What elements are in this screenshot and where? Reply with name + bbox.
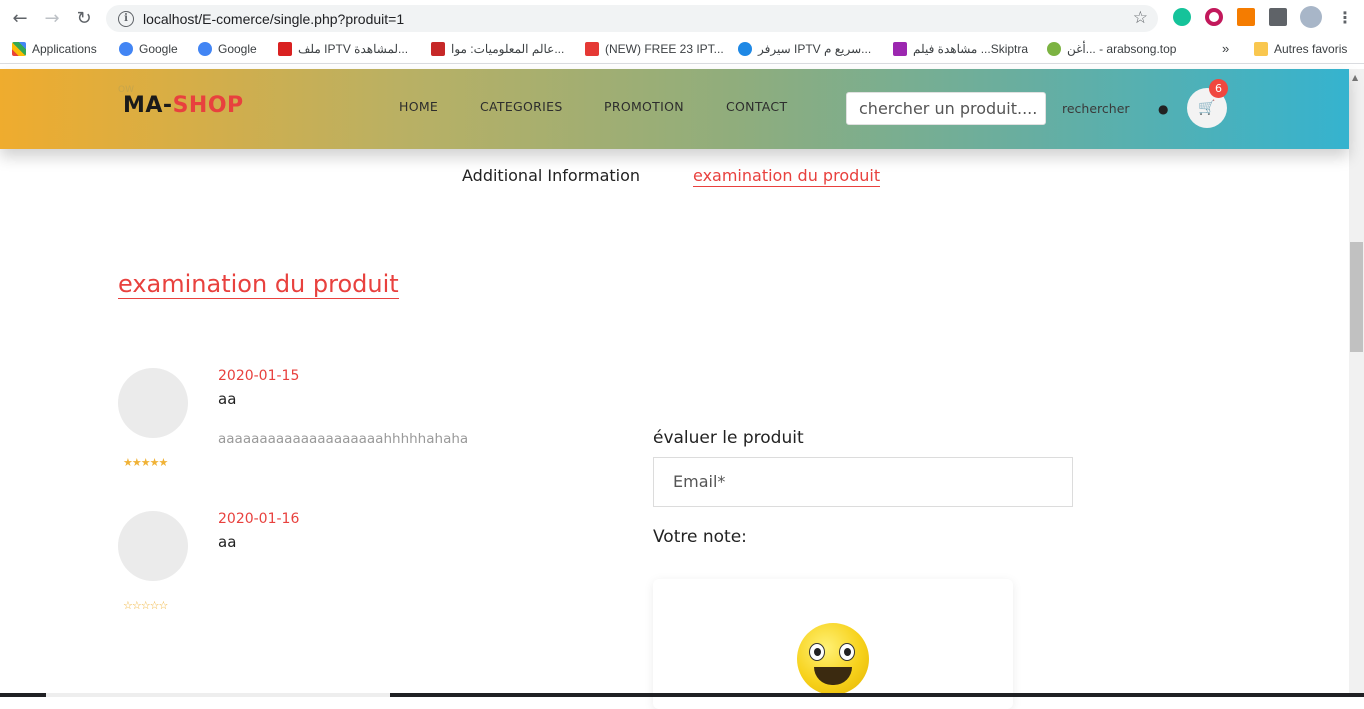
- bookmark-label: (NEW) FREE 23 IPT...: [605, 42, 724, 56]
- emoji-eye: [839, 643, 855, 661]
- download-extension-icon[interactable]: [1205, 8, 1223, 26]
- bookmark-label: Applications: [32, 42, 97, 56]
- site-favicon-icon: [1047, 42, 1061, 56]
- browser-toolbar: ← → ↻ i localhost/E-comerce/single.php?p…: [0, 0, 1364, 36]
- review-date: 2020-01-15: [218, 368, 300, 384]
- user-icon[interactable]: ●: [1158, 102, 1168, 116]
- nav-categories[interactable]: CATEGORIES: [480, 99, 563, 114]
- emoji-rating-card[interactable]: [653, 579, 1013, 709]
- search-button[interactable]: rechercher: [1062, 101, 1130, 116]
- bookmark-label: أغن... - arabsong.top: [1067, 42, 1177, 56]
- forward-icon[interactable]: →: [37, 3, 67, 33]
- rating-stars: ★★★★★: [123, 456, 168, 469]
- cart-icon: 🛒: [1198, 100, 1216, 116]
- site-favicon-icon: [738, 42, 752, 56]
- site-logo[interactable]: MA-SHOP: [123, 93, 244, 118]
- bookmark-free-iptv[interactable]: (NEW) FREE 23 IPT...: [585, 42, 724, 56]
- review-text: aaaaaaaaaaaaaaaaaaaahhhhhahaha: [218, 431, 469, 447]
- tab-examination[interactable]: examination du produit: [693, 166, 881, 187]
- review-date: 2020-01-16: [218, 511, 300, 527]
- bookmark-iptv-server[interactable]: سيرفر IPTV سريع م...: [738, 42, 871, 56]
- scrollbar-thumb[interactable]: [1350, 242, 1363, 352]
- reload-icon[interactable]: ↻: [69, 3, 99, 33]
- logo-ma: MA-: [123, 93, 173, 118]
- rate-product-title: évaluer le produit: [653, 428, 804, 448]
- reviewer-avatar: [118, 368, 188, 438]
- bookmark-label: سيرفر IPTV سريع م...: [758, 42, 872, 56]
- reviewer-name: aa: [218, 390, 237, 408]
- bookmark-star-icon[interactable]: ☆: [1133, 8, 1148, 28]
- bookmarks-bar: Applications Google Google ملف IPTV لمشا…: [0, 36, 1364, 64]
- bookmark-label: Google: [218, 42, 257, 56]
- reviewer-name: aa: [218, 533, 237, 551]
- more-bookmarks-icon[interactable]: »: [1222, 41, 1229, 56]
- grammarly-extension-icon[interactable]: [1173, 8, 1191, 26]
- tab-additional-information[interactable]: Additional Information: [462, 166, 640, 185]
- google-icon: [198, 42, 212, 56]
- menu-kebab-icon[interactable]: ⋮: [1337, 8, 1353, 27]
- site-favicon-icon: [893, 42, 907, 56]
- address-bar[interactable]: i localhost/E-comerce/single.php?produit…: [106, 5, 1158, 32]
- bookmark-iptv-file[interactable]: ملف IPTV لمشاهدة...: [278, 42, 408, 56]
- reviewer-avatar: [118, 511, 188, 581]
- puzzle-extensions-icon[interactable]: [1269, 8, 1287, 26]
- smiley-face-icon[interactable]: [797, 623, 869, 695]
- nav-promotion[interactable]: PROMOTION: [604, 99, 684, 114]
- cart-count-badge: 6: [1209, 79, 1228, 98]
- window-bottom-edge: [0, 693, 1364, 697]
- bookmark-arabsong[interactable]: أغن... - arabsong.top: [1047, 42, 1176, 56]
- rating-stars: ☆☆☆☆☆: [123, 599, 168, 612]
- back-icon[interactable]: ←: [5, 3, 35, 33]
- search-input[interactable]: chercher un produit....: [846, 92, 1046, 125]
- site-header: OW MA-SHOP HOME CATEGORIES PROMOTION CON…: [0, 69, 1349, 149]
- section-title: examination du produit: [118, 270, 399, 299]
- scroll-up-icon[interactable]: ▲: [1352, 73, 1358, 82]
- folder-icon: [1254, 42, 1268, 56]
- url-text[interactable]: localhost/E-comerce/single.php?produit=1: [143, 11, 404, 27]
- rating-label: Votre note:: [653, 527, 747, 547]
- bookmark-label: عالم المعلوميات: موا...: [451, 42, 565, 56]
- bookmark-label: ملف IPTV لمشاهدة...: [298, 42, 409, 56]
- nav-contact[interactable]: CONTACT: [726, 99, 787, 114]
- site-favicon-icon: [278, 42, 292, 56]
- bookmark-informatics[interactable]: عالم المعلوميات: موا...: [431, 42, 564, 56]
- nav-home[interactable]: HOME: [399, 99, 438, 114]
- info-icon[interactable]: i: [118, 10, 134, 27]
- apps-grid-icon: [12, 42, 26, 56]
- profile-avatar[interactable]: [1300, 6, 1322, 28]
- bookmark-label: مشاهدة فيلم ...Skiptra: [913, 42, 1029, 56]
- bookmark-skiptra[interactable]: مشاهدة فيلم ...Skiptra: [893, 42, 1028, 56]
- bookmark-label: Google: [139, 42, 178, 56]
- bookmark-google-2[interactable]: Google: [198, 42, 257, 56]
- bookmark-other-favorites[interactable]: Autres favoris: [1254, 42, 1347, 56]
- google-icon: [119, 42, 133, 56]
- email-field[interactable]: Email*: [653, 457, 1073, 507]
- site-favicon-icon: [431, 42, 445, 56]
- site-favicon-icon: [585, 42, 599, 56]
- emoji-mouth: [814, 667, 852, 685]
- bookmark-label: Autres favoris: [1274, 42, 1348, 56]
- bookmark-applications[interactable]: Applications: [12, 42, 97, 56]
- page-scrollbar[interactable]: [1349, 69, 1364, 697]
- bookmark-google-1[interactable]: Google: [119, 42, 178, 56]
- layout-extension-icon[interactable]: [1237, 8, 1255, 26]
- emoji-eye: [809, 643, 825, 661]
- logo-shop: SHOP: [172, 93, 244, 118]
